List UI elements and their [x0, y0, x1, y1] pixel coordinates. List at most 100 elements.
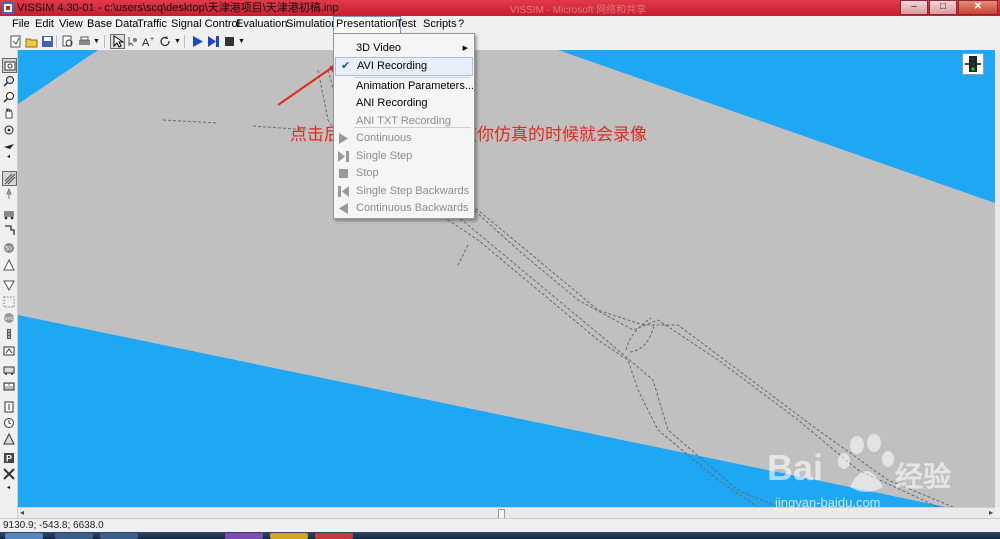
taskbar-button[interactable] — [315, 533, 353, 539]
menu-signal-control[interactable]: Signal Control — [169, 17, 242, 32]
os-taskbar — [0, 532, 1000, 539]
print-icon[interactable] — [77, 34, 91, 48]
taskbar-button[interactable] — [270, 533, 308, 539]
taskbar-button[interactable] — [5, 533, 43, 539]
travel-time-icon[interactable] — [2, 416, 15, 429]
close-button[interactable]: ✕ — [958, 0, 998, 15]
public-transport-stop-icon[interactable] — [2, 363, 15, 376]
scroll-right-icon[interactable]: ▸ — [989, 508, 993, 517]
menu-edit[interactable]: Edit — [33, 17, 56, 32]
scroll-left-icon[interactable]: ◂ — [20, 508, 24, 517]
zoom-window-icon[interactable] — [2, 58, 17, 73]
stop-simulation-icon[interactable] — [222, 34, 236, 48]
taskbar-button[interactable] — [100, 533, 138, 539]
fly-mode-icon[interactable] — [2, 139, 15, 152]
menu-item-stop: Stop — [334, 165, 474, 182]
network-view — [18, 50, 995, 507]
svg-text:A: A — [142, 37, 150, 48]
parking-routes-icon[interactable] — [2, 223, 15, 236]
minimize-button[interactable]: – — [900, 0, 928, 15]
signal-head-icon[interactable] — [2, 327, 15, 340]
cursor-coordinates: 9130.9; -543.8; 6638.0 — [3, 520, 104, 531]
network-canvas[interactable] — [18, 50, 995, 507]
stop-dropdown-chevron-icon[interactable]: ▼ — [238, 38, 245, 45]
speed-decision-icon[interactable]: 50 — [2, 241, 15, 254]
menu-view[interactable]: View — [57, 17, 85, 32]
multi-select-icon[interactable] — [125, 34, 139, 48]
menu-base-data[interactable]: Base Data — [85, 17, 140, 32]
vertical-scrollbar[interactable] — [995, 50, 1000, 507]
font-size-icon[interactable]: A + — [141, 34, 155, 48]
maximize-button[interactable]: □ — [929, 0, 957, 15]
run-simulation-icon[interactable] — [190, 34, 204, 48]
menu-item-ani-recording[interactable]: ANI Recording — [334, 95, 474, 112]
stop-sign-icon[interactable]: STOP — [2, 311, 15, 324]
pan-hand-icon[interactable] — [2, 106, 15, 119]
menu-traffic[interactable]: Traffic — [135, 17, 169, 32]
menu-simulation[interactable]: Simulation — [284, 17, 339, 32]
menu-item-continuous-backwards: Continuous Backwards — [334, 200, 474, 217]
presentation-menu: 3D Video ▶ ✔ AVI Recording Animation Par… — [333, 33, 475, 219]
menu-item-single-step-backwards: Single Step Backwards — [334, 183, 474, 200]
taskbar-button[interactable] — [225, 533, 263, 539]
svg-text:P: P — [6, 453, 12, 463]
play-back-icon — [339, 203, 348, 214]
menu-evaluation[interactable]: Evaluation — [234, 17, 289, 32]
menu-help[interactable]: ? — [456, 17, 466, 32]
window-title: VISSIM 4.30-01 - c:\users\scq\desktop\天津… — [17, 2, 339, 14]
nodes-icon[interactable] — [2, 467, 15, 480]
warning-sign-icon[interactable] — [2, 258, 15, 271]
menu-file[interactable]: File — [10, 17, 32, 32]
rotate-view-icon[interactable] — [2, 123, 15, 136]
queue-counter-icon[interactable] — [2, 432, 15, 445]
rotate-dropdown-chevron-icon[interactable]: ▼ — [174, 38, 181, 45]
traffic-light-icon — [962, 53, 984, 75]
svg-text:50: 50 — [5, 246, 12, 252]
left-toolbar: ◂ 50 STOP P ◂ — [0, 50, 18, 518]
menu-presentation[interactable]: Presentation — [333, 16, 401, 33]
step-icon — [338, 151, 349, 162]
menu-item-single-step: Single Step — [334, 148, 474, 165]
measurement-icon[interactable] — [2, 400, 15, 413]
priority-rules-icon[interactable] — [2, 278, 15, 291]
new-file-icon[interactable] — [8, 34, 22, 48]
menu-item-3d-video[interactable]: 3D Video ▶ — [334, 40, 474, 57]
svg-text:+: + — [150, 36, 154, 43]
select-pointer-icon[interactable] — [110, 34, 125, 49]
open-folder-icon[interactable] — [24, 34, 38, 48]
svg-text:STOP: STOP — [4, 315, 15, 320]
detector-icon[interactable] — [2, 344, 15, 357]
links-icon[interactable] — [2, 171, 17, 186]
vissim-app-icon — [2, 2, 14, 14]
status-bar: 9130.9; -543.8; 6638.0 — [0, 518, 1000, 533]
title-bar: VISSIM 4.30-01 - c:\users\scq\desktop\天津… — [0, 0, 1000, 16]
print-dropdown-chevron-icon[interactable]: ▼ — [93, 38, 100, 45]
stop-sign-grid-icon[interactable] — [2, 295, 15, 308]
print-preview-icon[interactable] — [60, 34, 74, 48]
toolbar-more-chevron-icon[interactable]: ◂ — [2, 484, 15, 491]
menu-item-avi-recording[interactable]: ✔ AVI Recording — [335, 57, 473, 76]
menu-item-continuous: Continuous — [334, 130, 474, 147]
submenu-arrow-icon: ▶ — [462, 45, 468, 52]
toolbar-chevron-icon[interactable]: ◂ — [2, 153, 15, 160]
rotate-icon[interactable] — [158, 34, 172, 48]
vehicle-inputs-icon[interactable] — [2, 187, 15, 200]
main-toolbar: ▼ A + ▼ ▼ — [0, 33, 1000, 51]
public-transport-line-icon[interactable] — [2, 380, 15, 393]
ground-plane — [18, 50, 995, 507]
zoom-in-icon[interactable] — [2, 74, 15, 87]
menu-scripts[interactable]: Scripts — [421, 17, 459, 32]
menu-bar: File Edit View Base Data Traffic Signal … — [0, 16, 1000, 33]
step-back-icon — [338, 186, 349, 197]
menu-test[interactable]: Test — [394, 17, 418, 32]
background-window-title: VISSIM - Microsoft 网络和共享 — [510, 5, 647, 16]
taskbar-button[interactable] — [55, 533, 93, 539]
single-step-icon[interactable] — [206, 34, 220, 48]
menu-item-animation-parameters[interactable]: Animation Parameters... — [334, 78, 474, 95]
parking-lot-icon[interactable]: P — [2, 451, 15, 464]
play-icon — [339, 133, 348, 144]
checkmark-icon: ✔ — [341, 60, 351, 72]
vehicle-routes-icon[interactable] — [2, 207, 15, 220]
zoom-out-icon[interactable] — [2, 90, 15, 103]
save-icon[interactable] — [40, 34, 54, 48]
